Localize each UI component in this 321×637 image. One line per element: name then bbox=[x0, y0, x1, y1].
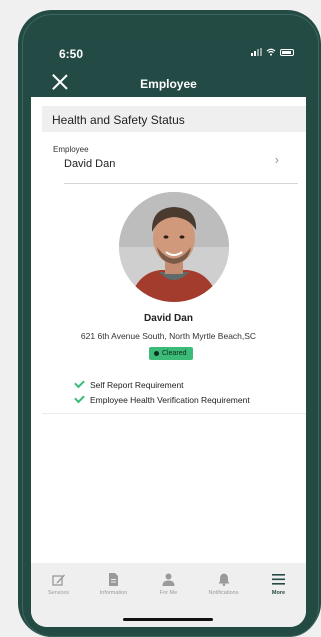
tab-information[interactable]: Information bbox=[86, 573, 141, 596]
signal-icon bbox=[251, 48, 262, 56]
bell-icon bbox=[218, 573, 229, 586]
section-header: Health and Safety Status bbox=[42, 106, 306, 132]
tab-more[interactable]: More bbox=[251, 573, 306, 596]
tab-for-me[interactable]: For Me bbox=[141, 573, 196, 596]
status-dot-icon bbox=[154, 351, 159, 356]
profile-name: David Dan bbox=[144, 313, 193, 324]
app-screen: 6:50 Employee Health and Safety Status E… bbox=[31, 37, 306, 627]
requirements-list: Self Report Requirement Employee Health … bbox=[74, 377, 250, 407]
chevron-right-icon: › bbox=[274, 152, 279, 167]
edit-icon bbox=[51, 574, 65, 586]
status-icons bbox=[251, 48, 294, 56]
status-badge-label: Cleared bbox=[162, 350, 187, 357]
tab-label: Information bbox=[99, 590, 128, 596]
employee-value: David Dan bbox=[64, 158, 116, 170]
status-badge: Cleared bbox=[149, 347, 193, 360]
tab-label: Notifications bbox=[208, 590, 239, 596]
tab-services[interactable]: Services bbox=[31, 573, 86, 596]
requirement-label: Self Report Requirement bbox=[90, 379, 184, 390]
battery-icon bbox=[280, 48, 294, 56]
tab-label: Services bbox=[47, 590, 70, 596]
tab-label: More bbox=[271, 590, 286, 596]
checkmark-icon bbox=[74, 377, 85, 389]
menu-icon bbox=[272, 574, 285, 585]
checkmark-icon bbox=[74, 392, 85, 404]
wifi-icon bbox=[266, 48, 276, 56]
avatar bbox=[119, 192, 229, 302]
profile-address: 621 6th Avenue South, North Myrtle Beach… bbox=[80, 331, 257, 341]
divider bbox=[42, 413, 306, 414]
home-indicator bbox=[123, 618, 213, 621]
top-bar: 6:50 Employee bbox=[31, 37, 306, 97]
person-icon bbox=[162, 573, 175, 586]
tab-notifications[interactable]: Notifications bbox=[196, 573, 251, 596]
tab-label: For Me bbox=[159, 590, 178, 596]
page-title: Employee bbox=[140, 77, 197, 91]
requirement-label: Employee Health Verification Requirement bbox=[90, 394, 250, 405]
employee-label: Employee bbox=[53, 145, 89, 154]
tab-bar: Services Information For Me Notification… bbox=[31, 563, 306, 627]
status-time: 6:50 bbox=[59, 47, 84, 61]
requirement-item: Employee Health Verification Requirement bbox=[74, 392, 250, 407]
requirement-item: Self Report Requirement bbox=[74, 377, 250, 392]
divider bbox=[64, 183, 298, 184]
document-icon bbox=[109, 573, 118, 586]
employee-selector[interactable]: Employee David Dan › bbox=[42, 140, 306, 184]
